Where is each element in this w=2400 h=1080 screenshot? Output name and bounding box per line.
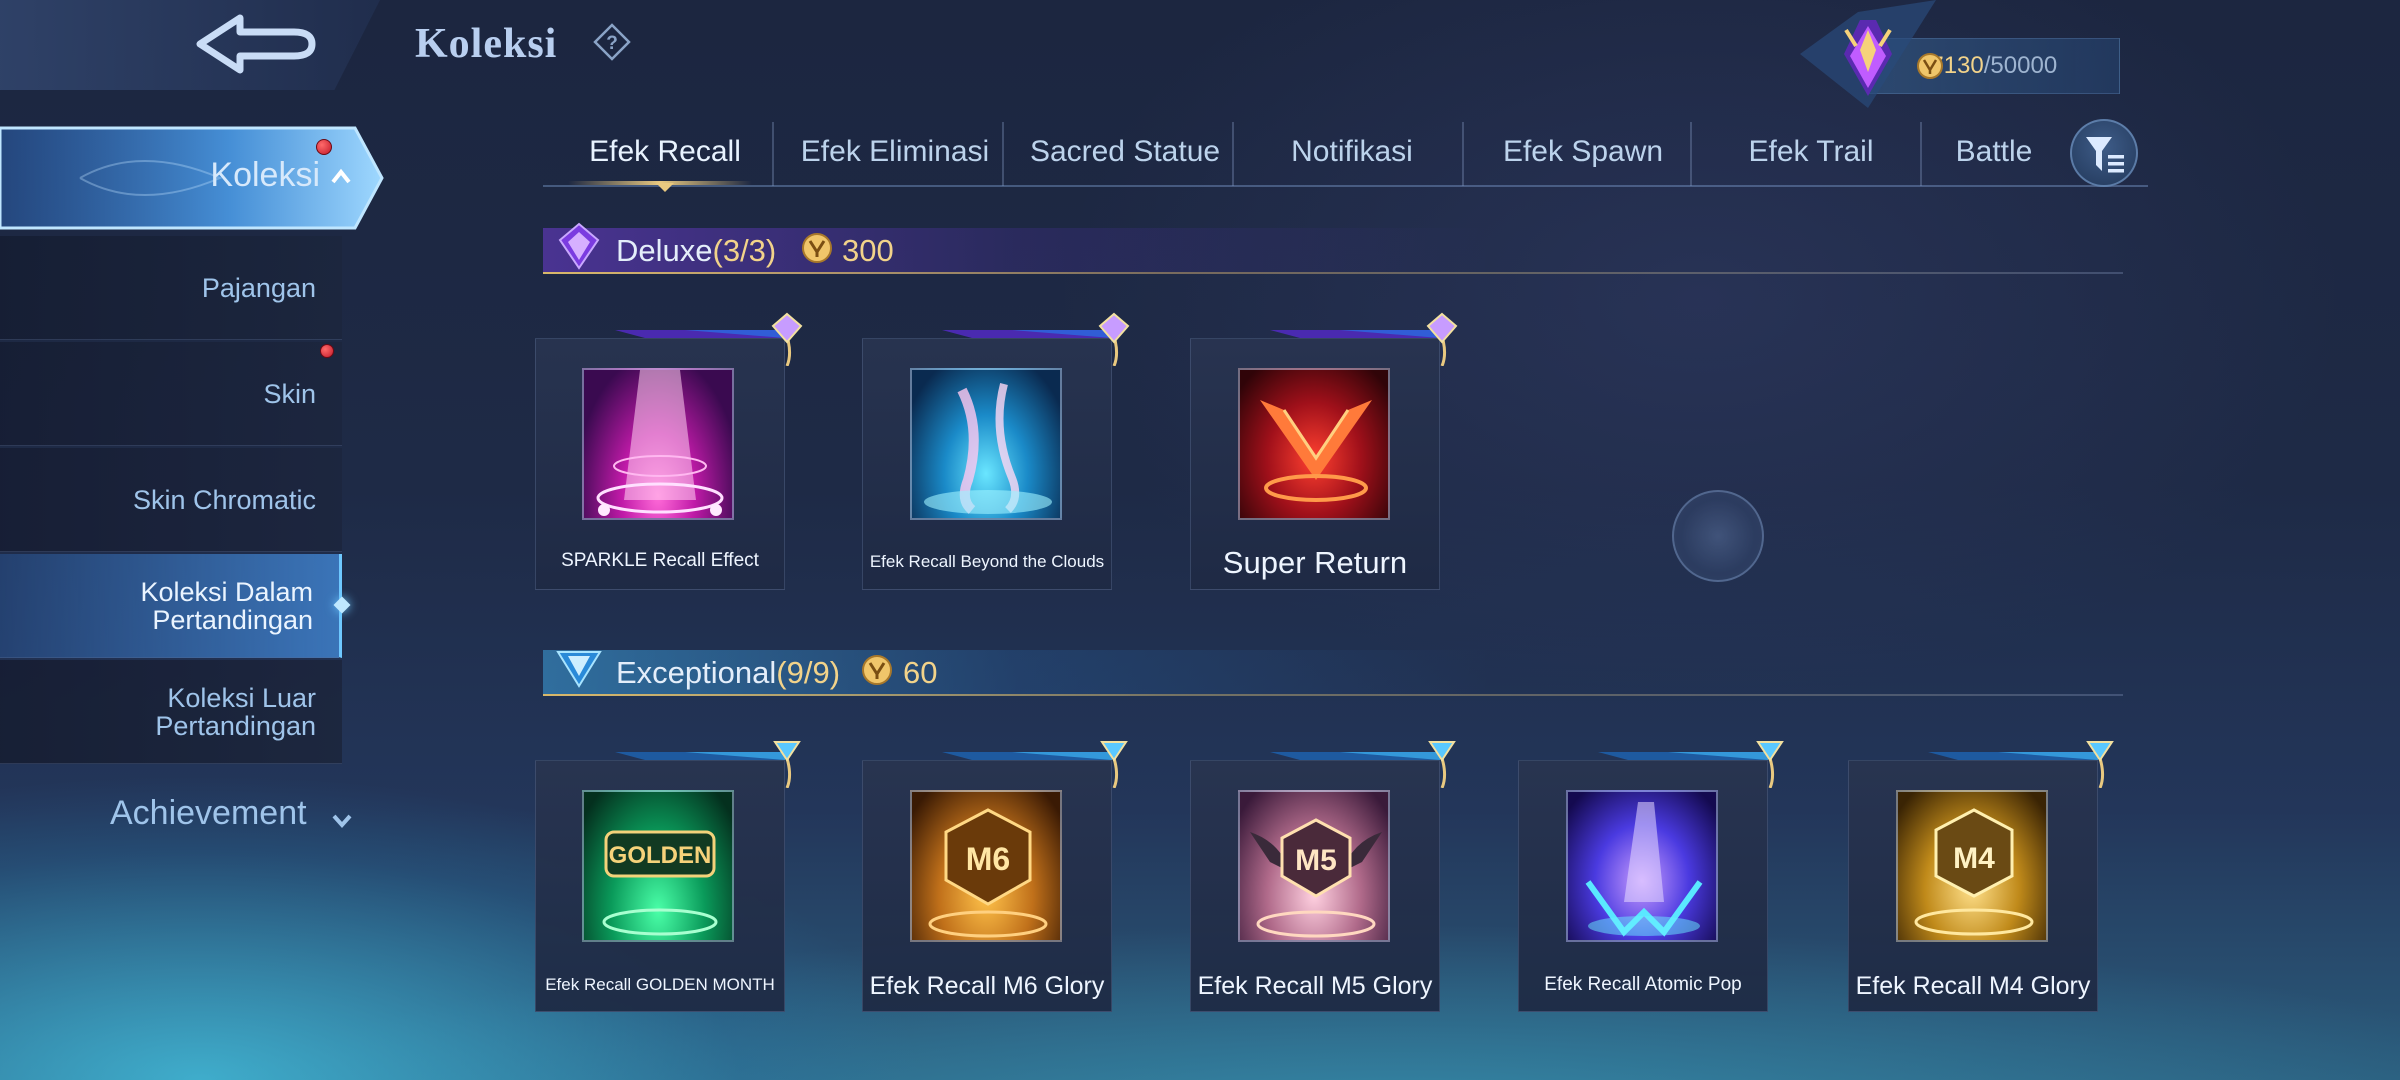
section-cost: 300	[842, 233, 894, 268]
sparkle-effect-art	[596, 370, 724, 516]
section-count: (9/9)	[776, 655, 841, 690]
section-count: (3/3)	[712, 233, 777, 268]
section-header-bg	[543, 228, 2123, 274]
item-label: Efek Recall M6 Glory	[869, 972, 1105, 1000]
tab-sacred-statue[interactable]: Sacred Statue	[1006, 118, 1244, 186]
help-icon[interactable]: ?	[592, 22, 632, 62]
rank-emblem-icon	[1800, 0, 1936, 108]
sidebar-item-label: Pajangan	[201, 272, 316, 303]
tab-divider	[1690, 122, 1692, 186]
tab-battle[interactable]: Battle	[1924, 118, 2064, 186]
badge-m6: M6	[966, 841, 1010, 877]
sidebar-item-pajangan[interactable]: Pajangan	[0, 236, 342, 340]
sidebar-item-skin-chromatic[interactable]: Skin Chromatic	[0, 448, 342, 552]
section-name: Exceptional	[616, 655, 777, 690]
chevron-down-icon	[332, 814, 352, 829]
tab-active-marker-icon	[656, 183, 674, 192]
section-cost: 60	[903, 655, 938, 690]
sidebar-item-koleksi-luar-pertandingan[interactable]: Koleksi Luar Pertandingan	[0, 660, 342, 764]
item-label: Efek Recall Beyond the Clouds	[869, 552, 1105, 571]
tab-divider	[1462, 122, 1464, 186]
item-label: Efek Recall Atomic Pop	[1544, 974, 1742, 995]
item-label: Efek Recall M5 Glory	[1197, 972, 1433, 1000]
sidebar-item-label: Skin	[263, 378, 316, 409]
tab-efek-spawn[interactable]: Efek Spawn	[1466, 118, 1700, 186]
atomic-pop-art	[1585, 802, 1703, 937]
sidebar-item-skin[interactable]: Skin	[0, 342, 342, 446]
clouds-effect-art	[924, 382, 1052, 514]
tab-divider	[772, 122, 774, 186]
badge-m5: M5	[1295, 844, 1337, 877]
item-thumbnail	[910, 368, 1062, 520]
item-label: Efek Recall GOLDEN MONTH	[545, 975, 775, 994]
section-name: Deluxe	[616, 233, 713, 268]
exceptional-ribbon-icon	[942, 741, 1128, 788]
currency-separator: /	[1983, 52, 1991, 79]
deluxe-gem-icon	[558, 222, 600, 270]
svg-text:?: ?	[606, 33, 618, 54]
coin-icon	[802, 233, 832, 263]
tab-underline	[543, 185, 2148, 187]
item-thumbnail	[1566, 790, 1718, 942]
sidebar-item-label: Koleksi Luar Pertandingan	[155, 682, 316, 741]
exceptional-gem-icon	[556, 651, 602, 688]
sidebar-item-label: Skin Chromatic	[132, 484, 316, 515]
notification-dot	[316, 139, 332, 155]
back-arrow-icon[interactable]	[190, 10, 320, 80]
deluxe-ribbon-icon	[942, 312, 1130, 366]
sidebar-item-koleksi-dalam-pertandingan[interactable]: Koleksi Dalam Pertandingan	[0, 554, 342, 658]
item-label: Efek Recall M4 Glory	[1855, 972, 2091, 1000]
page-title: Koleksi	[415, 21, 558, 67]
coin-icon	[862, 655, 892, 685]
exceptional-ribbon-icon	[1270, 741, 1456, 788]
chevron-up-icon	[331, 168, 351, 184]
tab-efek-recall[interactable]: Efek Recall	[568, 118, 762, 186]
exceptional-ribbon-icon	[615, 741, 801, 788]
section-divider	[543, 272, 2123, 274]
tab-efek-eliminasi[interactable]: Efek Eliminasi	[776, 118, 1014, 186]
item-thumbnail	[1238, 368, 1390, 520]
tab-divider	[1920, 122, 1922, 186]
exceptional-ribbon-icon	[1928, 741, 2114, 788]
item-thumbnail: M6	[910, 790, 1062, 942]
tab-divider	[1002, 122, 1004, 186]
section-deluxe-header	[543, 228, 2123, 274]
item-thumbnail: M5	[1238, 790, 1390, 942]
deluxe-ribbon-icon	[1270, 312, 1458, 366]
section-deluxe-title: Deluxe(3/3)	[616, 233, 776, 269]
section-exceptional-title: Exceptional(9/9)	[616, 655, 840, 691]
deluxe-ribbon-icon	[615, 312, 803, 366]
badge-m4: M4	[1953, 842, 1995, 875]
item-label: SPARKLE Recall Effect	[561, 550, 759, 571]
m6-glory-art: M6	[928, 808, 1048, 938]
sidebar-item-label: Koleksi Dalam Pertandingan	[140, 576, 313, 635]
currency-max: 50000	[1990, 52, 2058, 79]
notification-dot	[320, 344, 334, 358]
floating-joystick[interactable]	[1672, 490, 1764, 582]
badge-golden: GOLDEN	[609, 842, 712, 869]
item-thumbnail: GOLDEN	[582, 790, 734, 942]
m5-glory-art: M5	[1250, 818, 1382, 938]
item-thumbnail: M4	[1896, 790, 2048, 942]
tab-divider	[1232, 122, 1234, 186]
nav-koleksi-label: Koleksi	[210, 156, 320, 194]
m4-glory-art: M4	[1914, 808, 2034, 936]
item-label: Super Return	[1222, 545, 1408, 580]
tab-notifikasi[interactable]: Notifikasi	[1236, 118, 1468, 186]
filter-button[interactable]	[2070, 119, 2138, 187]
nav-achievement[interactable]: Achievement	[110, 794, 307, 833]
filter-icon	[2086, 137, 2124, 173]
section-divider	[543, 694, 2123, 696]
super-return-art	[1260, 400, 1372, 502]
golden-month-art: GOLDEN	[602, 830, 718, 936]
exceptional-ribbon-icon	[1598, 741, 1784, 788]
item-thumbnail	[582, 368, 734, 520]
tab-efek-trail[interactable]: Efek Trail	[1694, 118, 1928, 186]
